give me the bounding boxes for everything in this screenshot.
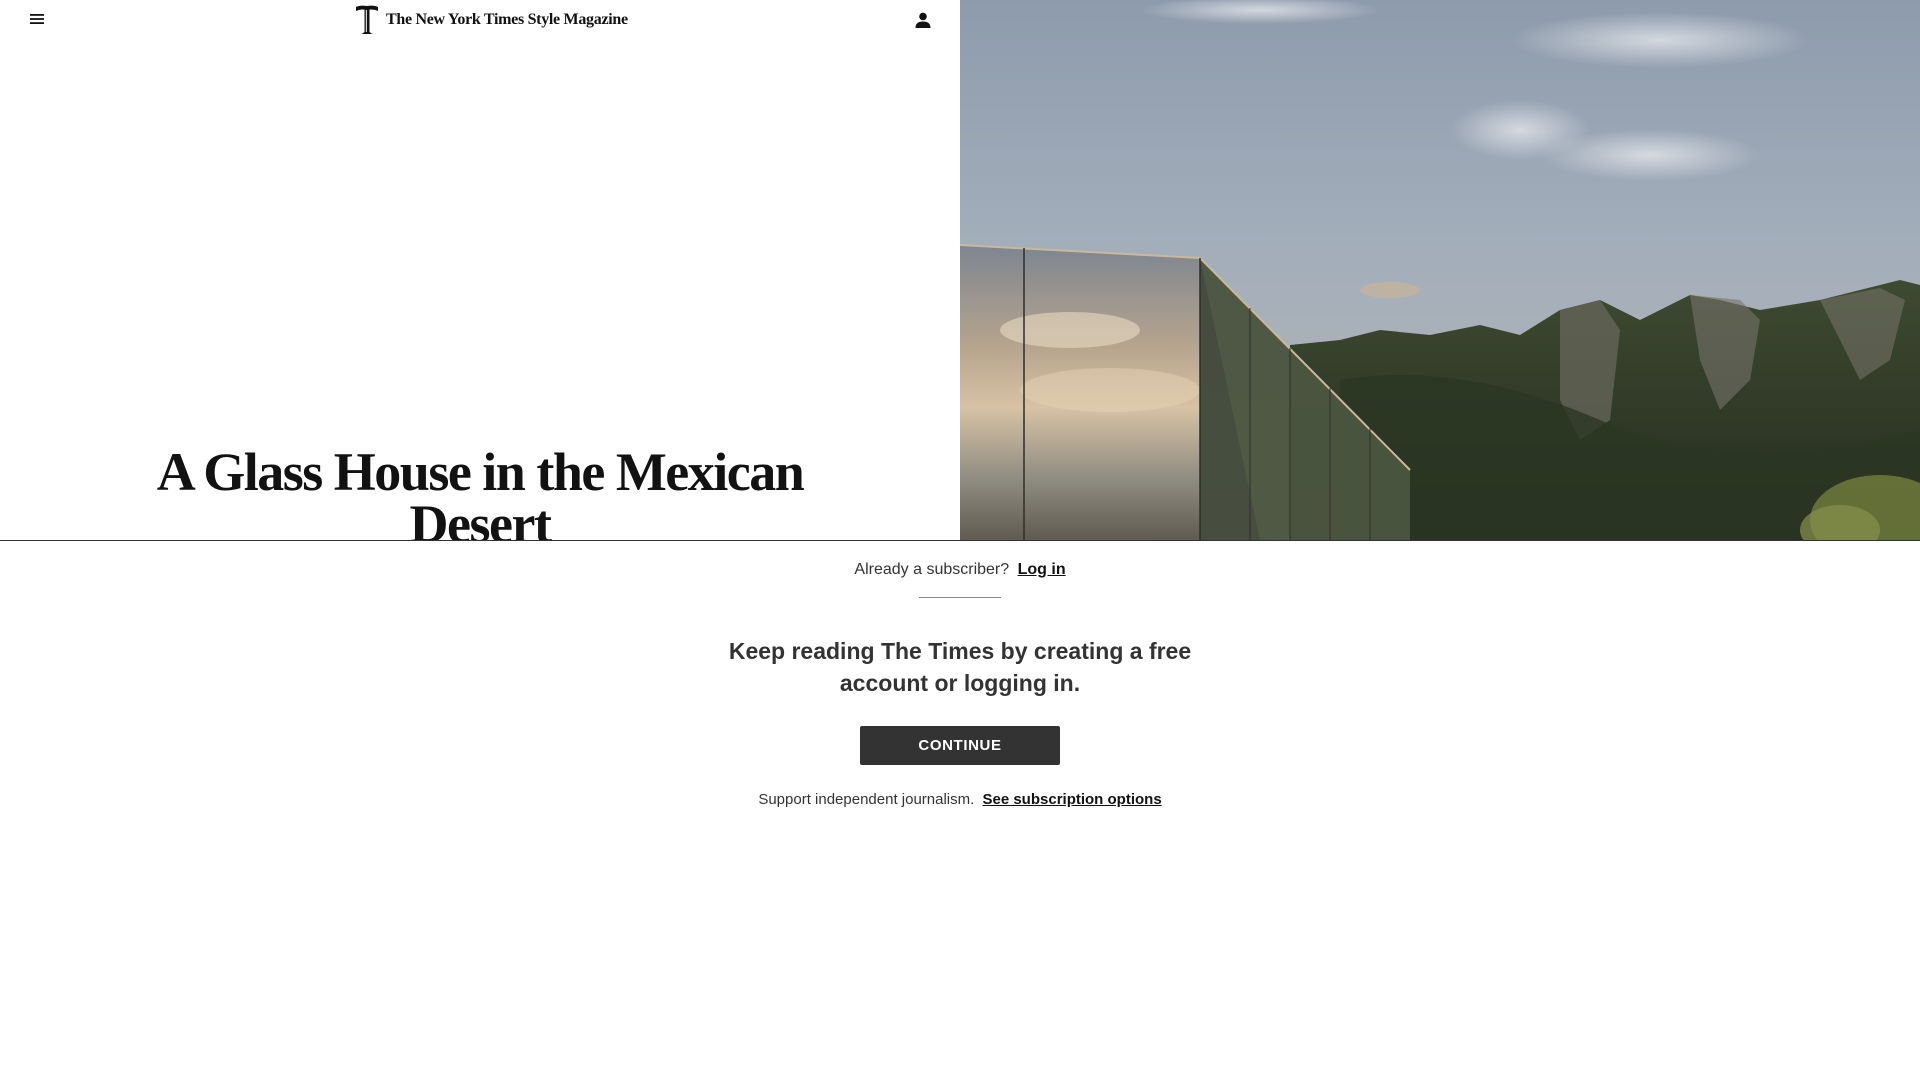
masthead-title: The New York Times Style Magazine (386, 11, 628, 28)
continue-button[interactable]: CONTINUE (860, 726, 1060, 765)
paywall-gate: Already a subscriber? Log in Keep readin… (0, 540, 1920, 1080)
support-line: Support independent journalism. See subs… (0, 791, 1920, 808)
article-pane: The New York Times Style Magazine A Glas… (0, 0, 960, 540)
subscription-options-link[interactable]: See subscription options (982, 791, 1161, 808)
gate-divider (919, 597, 1001, 598)
login-link[interactable]: Log in (1018, 561, 1066, 578)
page: The New York Times Style Magazine A Glas… (0, 0, 1920, 1080)
article-headline: A Glass House in the Mexican Desert (156, 442, 805, 540)
t-magazine-logo-icon (356, 5, 378, 35)
masthead[interactable]: The New York Times Style Magazine (354, 4, 628, 36)
hero-image (960, 0, 1920, 541)
support-text: Support independent journalism. (758, 791, 975, 808)
subscriber-prompt: Already a subscriber? (854, 561, 1010, 578)
subscriber-prompt-line: Already a subscriber? Log in (0, 561, 1920, 579)
hamburger-menu-icon[interactable] (24, 8, 50, 30)
user-account-icon[interactable] (910, 8, 936, 32)
gate-heading: Keep reading The Times by creating a fre… (728, 638, 1192, 696)
